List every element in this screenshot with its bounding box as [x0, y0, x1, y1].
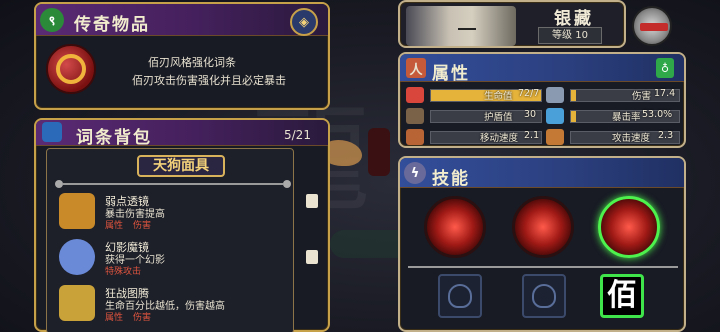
legendary-info-icon[interactable]: ◈: [290, 8, 318, 36]
selected-item-chip[interactable]: 天狗面具: [137, 155, 225, 177]
item-tag: 特殊攻击: [105, 267, 142, 277]
skill-slot-active[interactable]: 佰: [600, 274, 644, 318]
bag-count: 5/21: [284, 128, 311, 142]
skill-slot-1[interactable]: [438, 274, 482, 318]
stat-label: 暴击率: [612, 112, 641, 123]
stat-value: 30: [524, 109, 537, 120]
list-item[interactable]: 弱点透镜 暴击伤害提高 属性 伤害: [55, 191, 291, 233]
stat-shield: 护盾值 30: [406, 108, 542, 124]
side-tab-button[interactable]: [306, 194, 318, 208]
stat-label: 攻击速度: [612, 133, 651, 144]
item-tag: 伤害: [133, 221, 152, 231]
character-panel: 银藏 等级 10: [398, 0, 626, 48]
stat-value: 53.0%: [642, 109, 673, 120]
stat-damage: 伤害 17.4: [546, 87, 680, 103]
eye-icon: [546, 108, 564, 124]
wing-icon: [448, 284, 472, 308]
affix-bag-panel: 词条背包 5/21 天狗面具 弱点透镜 暴击伤害提高 属性 伤害 幻影魔镜 获得…: [34, 118, 330, 332]
stat-label: 生命值: [484, 91, 513, 102]
phantom-mirror-icon: [59, 239, 95, 275]
bag-icon: [42, 122, 62, 142]
legendary-badge-icon: ९: [40, 8, 64, 32]
active-skill-label: 佰: [607, 278, 637, 313]
affix-list-frame: 天狗面具 弱点透镜 暴击伤害提高 属性 伤害 幻影魔镜 获得一个幻影 特殊攻击 …: [46, 148, 294, 332]
attributes-title: 属性: [432, 64, 470, 84]
stat-label: 伤害: [632, 91, 652, 102]
character-portrait: [406, 6, 516, 46]
stat-crit-rate: 暴击率 53.0%: [546, 108, 680, 124]
stat-value: 2.1: [524, 130, 540, 141]
stat-attack-speed: 攻击速度 2.3: [546, 129, 680, 145]
background-character: [368, 128, 390, 176]
stat-move-speed: 移动速度 2.1: [406, 129, 542, 145]
stat-hp: 生命值 72/7: [406, 87, 542, 103]
heart-icon: [406, 87, 424, 103]
bag-title: 词条背包: [76, 128, 152, 148]
attributes-panel: 人 属性 ♁ 生命值 72/7 护盾值 30 移动速度 2.1 伤害 17.4 …: [398, 52, 686, 148]
weakness-lens-icon: [59, 193, 95, 229]
fist-icon: [546, 129, 564, 145]
list-item[interactable]: 幻影魔镜 获得一个幻影 特殊攻击: [55, 237, 291, 279]
skill-lightning-icon: ϟ: [404, 162, 426, 184]
legendary-desc-line1: 佰刃风格强化词条: [148, 56, 236, 69]
legendary-item-panel: ९ 传奇物品 ◈ 佰刃风格强化词条 佰刃攻击伤害强化并且必定暴击: [34, 2, 330, 110]
side-tab-button[interactable]: [306, 250, 318, 264]
legendary-title: 传奇物品: [74, 15, 150, 35]
skills-divider: [408, 266, 678, 268]
wing-icon: [532, 284, 556, 308]
item-tag: 属性: [105, 313, 124, 323]
skills-title: 技能: [432, 169, 470, 189]
legendary-desc-line2: 佰刃攻击伤害强化并且必定暴击: [132, 74, 286, 87]
skill-slot-2[interactable]: [522, 274, 566, 318]
item-tag: 属性: [105, 221, 124, 231]
stat-label: 护盾值: [484, 112, 513, 123]
item-tag: 伤害: [133, 313, 152, 323]
attributes-icon: 人: [406, 58, 426, 78]
switch-character-button[interactable]: [632, 6, 672, 46]
character-level: 等级 10: [538, 27, 602, 44]
boot-icon: [406, 129, 424, 145]
stat-value: 17.4: [654, 88, 676, 99]
berserker-totem-icon: [59, 285, 95, 321]
stat-label: 移动速度: [480, 133, 519, 144]
stat-value: 2.3: [658, 130, 674, 141]
list-item[interactable]: 狂战图腾 生命百分比越低，伤害越高 属性 伤害: [55, 283, 291, 325]
skill-orb-1[interactable]: [424, 196, 486, 258]
character-name: 银藏: [554, 9, 594, 29]
list-divider: [55, 180, 291, 188]
stat-value: 72/7: [518, 88, 540, 99]
skill-orb-3-selected[interactable]: [598, 196, 660, 258]
potion-icon[interactable]: ♁: [656, 58, 674, 78]
shield-icon: [406, 108, 424, 124]
sword-icon: [546, 87, 564, 103]
skill-orb-2[interactable]: [512, 196, 574, 258]
skills-panel: ϟ 技能 佰: [398, 156, 686, 332]
legendary-item-icon[interactable]: [46, 44, 96, 94]
